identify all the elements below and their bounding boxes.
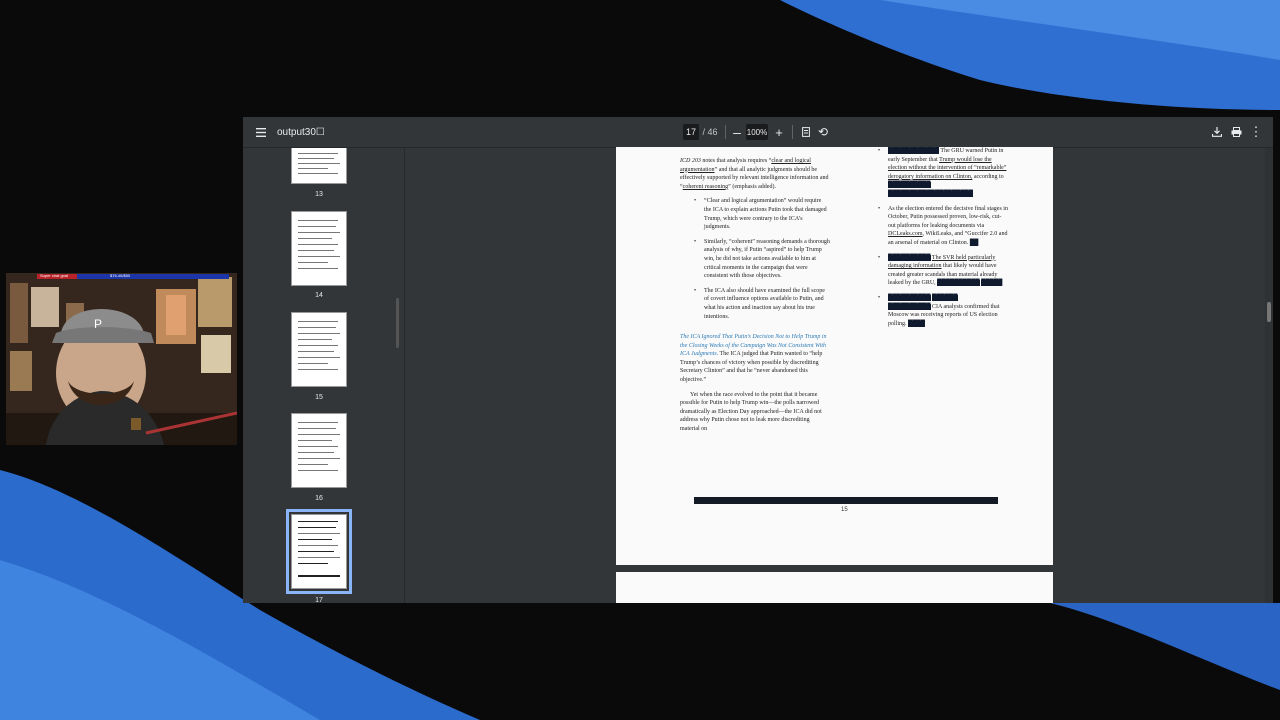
page-total: / 46	[702, 127, 718, 137]
download-icon[interactable]	[1210, 117, 1224, 147]
webcam-overlay: P	[6, 273, 237, 445]
menu-icon[interactable]	[251, 117, 271, 147]
toolbar-divider	[725, 125, 726, 139]
pdf-next-page	[616, 572, 1053, 603]
bullet-item: ██████████ The SVR held particularly dam…	[878, 254, 1008, 288]
pdf-viewer-window: output30☐ 17 / 46 – 100% + ⟲ ⋮ 13 14 15 …	[243, 117, 1273, 603]
page-number-input[interactable]: 17	[683, 124, 699, 140]
paragraph: ICD 203 notes that analysis requires “cl…	[680, 158, 829, 190]
thumbnail-page-14[interactable]	[291, 211, 347, 286]
document-scrollbar[interactable]	[1267, 302, 1271, 322]
thumbnail-page-16[interactable]	[291, 413, 347, 488]
page-right-column: ████████████ The GRU warned Putin in ear…	[878, 147, 1008, 334]
sidebar-divider	[404, 148, 405, 603]
thumbnail-label: 17	[315, 597, 323, 603]
goal-amount: $76.40/$50	[110, 273, 131, 278]
page-left-column: ICD 203 notes that analysis requires “cl…	[680, 157, 830, 440]
bullet-item: ████████████ The GRU warned Putin in ear…	[878, 147, 1008, 199]
document-scrollbar-track	[1265, 148, 1273, 603]
thumbnail-page-15[interactable]	[291, 312, 347, 387]
zoom-in-icon[interactable]: +	[772, 117, 786, 147]
rotate-icon[interactable]: ⟲	[816, 117, 830, 147]
thumbnail-page-13[interactable]	[291, 148, 347, 184]
sidebar-scrollbar[interactable]	[396, 298, 399, 348]
bullet-item: Similarly, “coherent” reasoning demands …	[694, 238, 830, 281]
print-icon[interactable]	[1229, 117, 1243, 147]
zoom-level-input[interactable]: 100%	[746, 124, 768, 140]
page-number: 15	[841, 507, 848, 513]
pdf-toolbar: output30☐ 17 / 46 – 100% + ⟲ ⋮	[243, 117, 1273, 148]
bullet-item: “Clear and logical argumentation” would …	[694, 197, 830, 231]
section-heading-paragraph: The ICA Ignored That Putin’s Decision No…	[680, 334, 827, 384]
thumbnail-sidebar: 13 14 15 16 17	[243, 148, 403, 603]
zoom-out-icon[interactable]: –	[730, 117, 744, 147]
toolbar-divider	[792, 125, 793, 139]
thumbnail-page-17[interactable]	[286, 509, 352, 594]
thumbnail-label: 13	[315, 191, 323, 198]
thumbnail-label: 15	[315, 394, 323, 401]
pdf-page: ICD 203 notes that analysis requires “cl…	[616, 147, 1053, 565]
document-title: output30☐	[277, 126, 325, 138]
redaction-bar	[694, 497, 998, 504]
more-options-icon[interactable]: ⋮	[1249, 117, 1263, 147]
webcam-image: P	[6, 273, 237, 445]
thumbnail-label: 16	[315, 495, 323, 502]
fit-page-icon[interactable]	[799, 117, 813, 147]
bullet-item: The ICA also should have examined the fu…	[694, 287, 830, 321]
paragraph: Yet when the race evolved to the point t…	[680, 391, 822, 433]
thumbnail-label: 14	[315, 292, 323, 299]
bullet-item: As the election entered the decisive fin…	[878, 205, 1008, 248]
goal-label: Super chat goal	[40, 273, 69, 278]
bullet-item: ██████████ ████████████████ CIA analysts…	[878, 294, 1008, 328]
hat-logo: P	[94, 317, 102, 331]
